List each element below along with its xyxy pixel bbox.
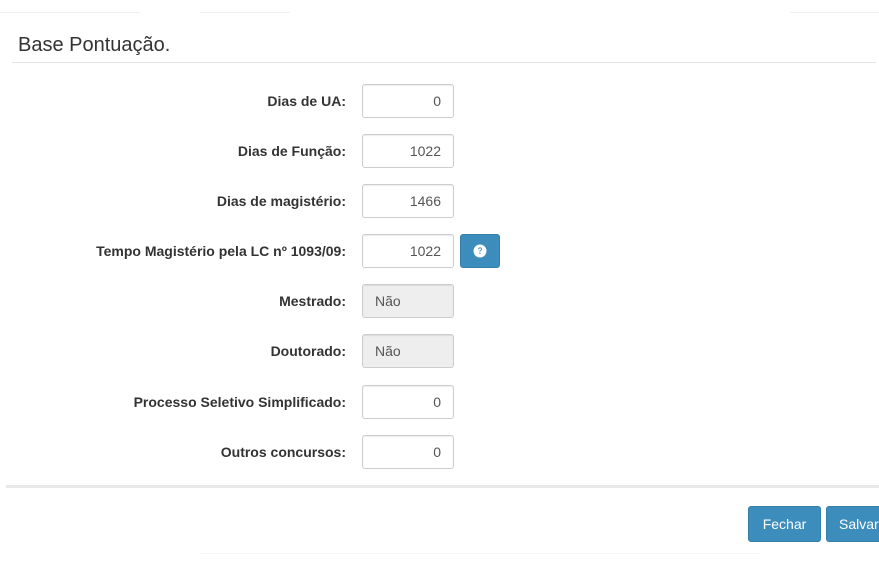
tempo-magisterio-lc-label: Tempo Magistério pela LC nº 1093/09: bbox=[96, 243, 346, 259]
faint-divider bbox=[790, 12, 879, 13]
modal-title: Base Pontuação. bbox=[18, 34, 171, 56]
form-row-dias-magisterio: Dias de magistério: bbox=[0, 184, 879, 218]
form-row-mestrado: Mestrado: bbox=[0, 284, 879, 318]
faint-divider bbox=[0, 12, 140, 13]
help-button[interactable] bbox=[460, 234, 500, 268]
dias-ua-label: Dias de UA: bbox=[267, 93, 346, 109]
question-circle-icon bbox=[473, 244, 487, 258]
form-row-dias-ua: Dias de UA: bbox=[0, 84, 879, 118]
tempo-magisterio-lc-input[interactable] bbox=[362, 234, 454, 268]
dias-funcao-input[interactable] bbox=[362, 134, 454, 168]
doutorado-label: Doutorado: bbox=[270, 343, 346, 359]
form-row-processo-seletivo: Processo Seletivo Simplificado: bbox=[0, 385, 879, 419]
dias-magisterio-input[interactable] bbox=[362, 184, 454, 218]
background-header-strip bbox=[0, 0, 879, 22]
processo-seletivo-input[interactable] bbox=[362, 385, 454, 419]
doutorado-field bbox=[362, 334, 454, 368]
mestrado-field bbox=[362, 284, 454, 318]
form-row-tempo-magisterio-lc: Tempo Magistério pela LC nº 1093/09: bbox=[0, 234, 879, 268]
close-button[interactable]: Fechar bbox=[748, 506, 821, 542]
dias-funcao-label: Dias de Função: bbox=[237, 143, 346, 159]
faint-divider bbox=[200, 553, 760, 554]
form-row-dias-funcao: Dias de Função: bbox=[0, 134, 879, 168]
form-row-outros-concursos: Outros concursos: bbox=[0, 435, 879, 469]
faint-divider bbox=[200, 12, 290, 13]
dias-magisterio-label: Dias de magistério: bbox=[216, 193, 346, 209]
save-button[interactable]: Salvar bbox=[826, 506, 879, 542]
title-divider bbox=[12, 62, 876, 63]
mestrado-label: Mestrado: bbox=[279, 293, 346, 309]
outros-concursos-input[interactable] bbox=[362, 435, 454, 469]
footer-divider bbox=[6, 485, 879, 488]
dias-ua-input[interactable] bbox=[362, 84, 454, 118]
modal-dialog: Base Pontuação. Dias de UA: Dias de Funç… bbox=[0, 0, 879, 562]
outros-concursos-label: Outros concursos: bbox=[220, 444, 346, 460]
processo-seletivo-label: Processo Seletivo Simplificado: bbox=[133, 394, 346, 410]
form-row-doutorado: Doutorado: bbox=[0, 334, 879, 368]
